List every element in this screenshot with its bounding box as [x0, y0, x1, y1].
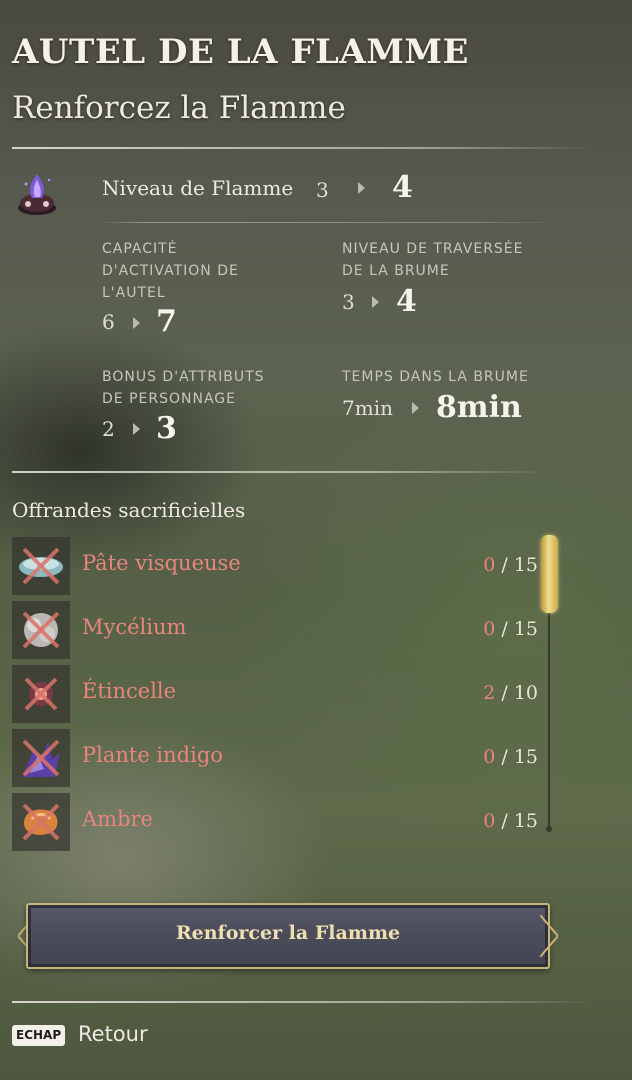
page-subtitle: Renforcez la Flamme: [12, 90, 346, 126]
list-item-spark[interactable]: Étincelle 2 / 10: [12, 665, 542, 725]
offerings-heading: Offrandes sacrificielles: [12, 498, 246, 522]
item-name: Pâte visqueuse: [82, 551, 241, 575]
arrow-right-icon: [133, 423, 140, 435]
slime-paste-icon: [12, 537, 70, 595]
item-name: Mycélium: [82, 615, 187, 639]
back-button[interactable]: Retour: [78, 1022, 148, 1046]
item-count: 0 / 15: [483, 618, 538, 640]
flame-altar-icon: [16, 170, 58, 216]
page-title: AUTEL DE LA FLAMME: [12, 32, 469, 72]
item-name: Plante indigo: [82, 743, 223, 767]
item-count: 0 / 15: [483, 810, 538, 832]
stat-label-attribute-bonus: BONUS D'ATTRIBUTS DE PERSONNAGE: [102, 369, 265, 407]
item-name: Ambre: [82, 807, 153, 831]
spark-icon: [12, 665, 70, 723]
stat-label-mist-time: TEMPS DANS LA BRUME: [342, 369, 529, 385]
stat-new-attribute-bonus: 3: [156, 411, 177, 446]
scrollbar-end: [546, 826, 552, 832]
item-count: 0 / 15: [483, 554, 538, 576]
item-name: Étincelle: [82, 679, 177, 703]
flame-level-label: Niveau de Flamme: [102, 176, 294, 200]
strengthen-flame-label: Renforcer la Flamme: [175, 922, 401, 944]
list-item-amber[interactable]: Ambre 0 / 15: [12, 793, 542, 853]
stat-old-mist-time: 7min: [342, 396, 393, 420]
level-divider: [100, 222, 560, 223]
strengthen-flame-button[interactable]: Renforcer la Flamme: [18, 897, 558, 975]
item-count: 2 / 10: [483, 682, 538, 704]
stat-new-mist-time: 8min: [436, 390, 522, 425]
list-item-indigo-plant[interactable]: Plante indigo 0 / 15: [12, 729, 542, 789]
escape-key-badge: ECHAP: [12, 1025, 66, 1046]
stat-label-altar-capacity: CAPACITÉ D'ACTIVATION DE L'AUTEL: [102, 241, 239, 301]
footer-divider: [12, 1001, 592, 1003]
flame-level-new: 4: [392, 170, 413, 205]
stat-new-altar-capacity: 7: [156, 304, 177, 339]
stats-divider: [12, 471, 552, 473]
amber-icon: [12, 793, 70, 851]
stat-old-attribute-bonus: 2: [102, 417, 115, 441]
mycelium-icon: [12, 601, 70, 659]
stat-old-mist-traversal: 3: [342, 290, 355, 314]
arrow-right-icon: [412, 402, 419, 414]
list-item-slime-paste[interactable]: Pâte visqueuse 0 / 15: [12, 537, 542, 597]
indigo-plant-icon: [12, 729, 70, 787]
scrollbar-thumb[interactable]: [541, 535, 558, 613]
stat-old-altar-capacity: 6: [102, 310, 115, 334]
arrow-right-icon: [133, 317, 140, 329]
stat-label-mist-traversal: NIVEAU DE TRAVERSÉE DE LA BRUME: [342, 241, 524, 279]
stat-new-mist-traversal: 4: [396, 284, 417, 319]
arrow-right-icon: [358, 182, 365, 194]
item-count: 0 / 15: [483, 746, 538, 768]
list-item-mycelium[interactable]: Mycélium 0 / 15: [12, 601, 542, 661]
flame-level-old: 3: [316, 178, 329, 202]
arrow-right-icon: [372, 296, 379, 308]
header-divider: [12, 147, 592, 149]
